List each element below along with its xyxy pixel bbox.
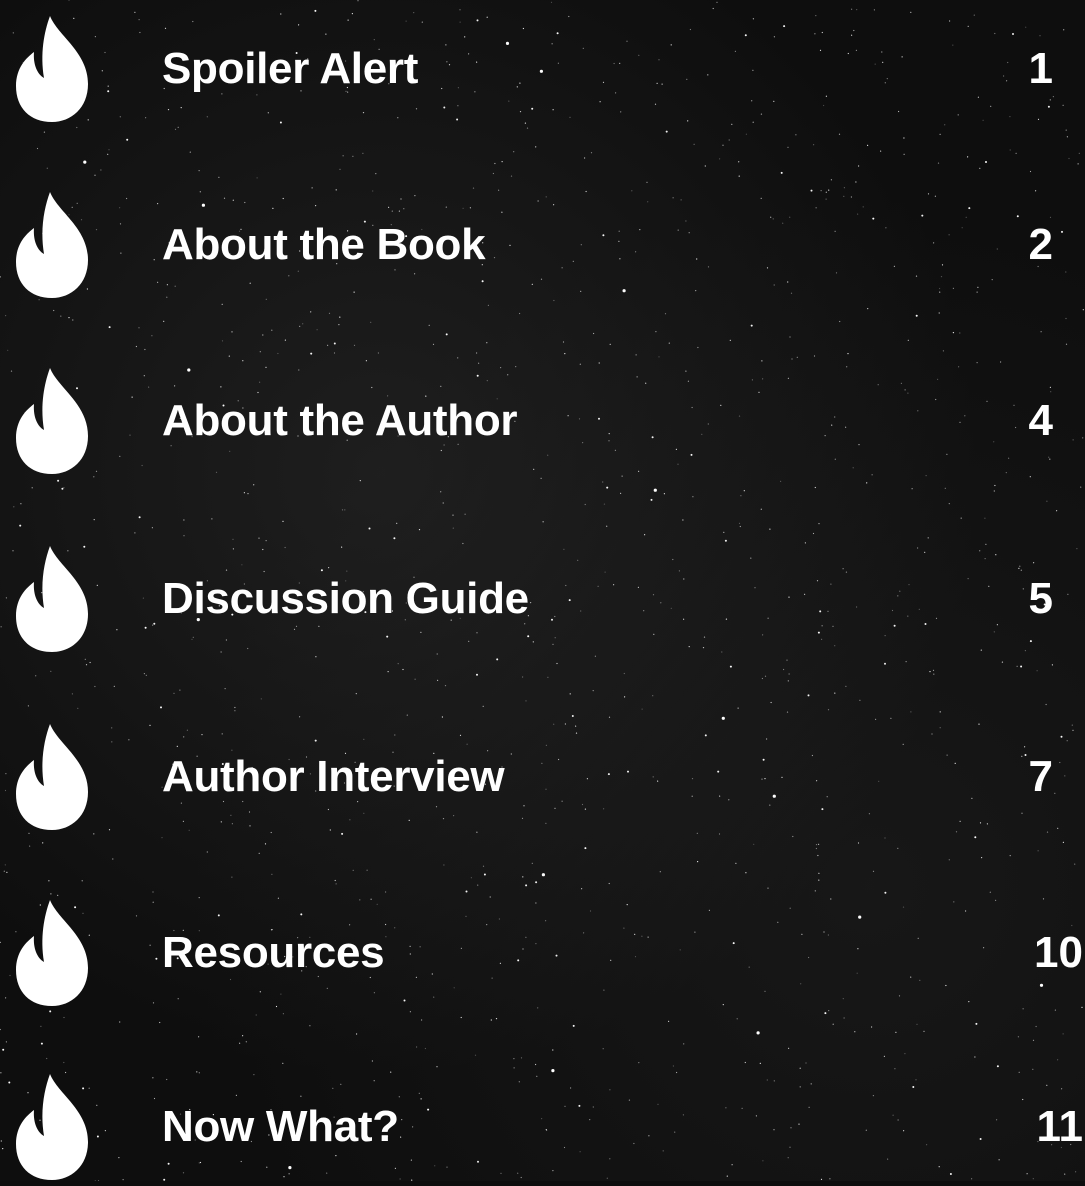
toc-item-page-number: 10 xyxy=(1034,928,1083,977)
toc-item-about-the-author[interactable]: About the Author 4 xyxy=(0,366,1085,476)
flame-icon xyxy=(16,192,88,298)
flame-icon xyxy=(16,368,88,474)
toc-item-resources[interactable]: Resources 10 xyxy=(0,898,1085,1008)
toc-item-title: Spoiler Alert xyxy=(162,44,419,93)
toc-item-page-number: 1 xyxy=(1028,44,1053,93)
toc-item-page-number: 5 xyxy=(1028,574,1053,623)
toc-item-now-what[interactable]: Now What? 11 xyxy=(0,1072,1085,1182)
toc-item-title: Author Interview xyxy=(162,752,505,801)
toc-item-title: About the Book xyxy=(162,220,486,269)
flame-icon xyxy=(16,546,88,652)
toc-item-page-number: 2 xyxy=(1028,220,1053,269)
toc-item-title: Resources xyxy=(162,928,385,977)
toc-item-discussion-guide[interactable]: Discussion Guide 5 xyxy=(0,544,1085,654)
toc-item-page-number: 4 xyxy=(1028,396,1053,445)
flame-icon xyxy=(16,16,88,122)
flame-icon xyxy=(16,724,88,830)
flame-icon xyxy=(16,1074,88,1180)
toc-item-title: Now What? xyxy=(162,1102,399,1151)
toc-item-title: Discussion Guide xyxy=(162,574,529,623)
toc-item-page-number: 11 xyxy=(1036,1102,1083,1151)
toc-item-author-interview[interactable]: Author Interview 7 xyxy=(0,722,1085,832)
toc-item-spoiler-alert[interactable]: Spoiler Alert 1 xyxy=(0,14,1085,124)
toc-item-about-the-book[interactable]: About the Book 2 xyxy=(0,190,1085,300)
flame-icon xyxy=(16,900,88,1006)
toc-item-title: About the Author xyxy=(162,396,518,445)
toc-item-page-number: 7 xyxy=(1028,752,1053,801)
